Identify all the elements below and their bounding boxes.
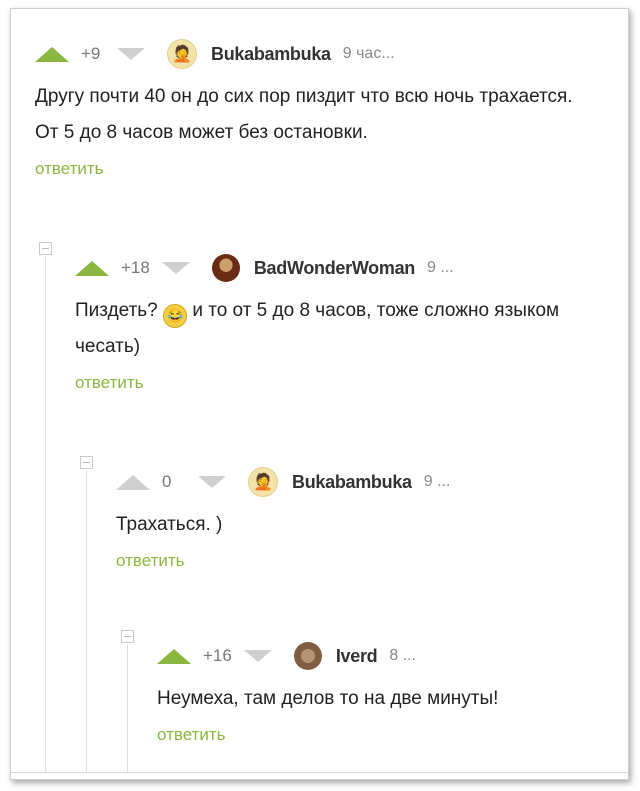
- comment-author[interactable]: Bukabambuka: [292, 472, 412, 493]
- downvote-icon[interactable]: [161, 262, 190, 274]
- reply-link[interactable]: ответить: [157, 725, 226, 745]
- comments-panel: +9 🤦 Bukabambuka 9 час... Другу почти 40…: [10, 8, 629, 780]
- comment-author[interactable]: BadWonderWoman: [254, 258, 415, 279]
- comment: +9 🤦 Bukabambuka 9 час... Другу почти 40…: [35, 39, 615, 179]
- comment-text: Другу почти 40 он до сих пор пиздит что …: [35, 86, 573, 143]
- comment-rating: +9: [81, 44, 101, 63]
- comment-header: 0 🤦 Bukabambuka 9 ...: [116, 467, 616, 497]
- collapse-toggle-2[interactable]: [80, 456, 93, 469]
- laughing-emoji-icon: 😂: [163, 304, 188, 328]
- comment: 0 🤦 Bukabambuka 9 ... Трахаться. ) ответ…: [116, 467, 616, 571]
- comment-text: Пиздеть? 😂 и то от 5 до 8 часов, тоже сл…: [75, 293, 605, 365]
- downvote-icon[interactable]: [198, 476, 226, 488]
- collapse-toggle-1[interactable]: [39, 242, 52, 255]
- portrait-avatar-icon[interactable]: [211, 254, 240, 282]
- comment: +18 BadWonderWoman 9 ... Пиздеть? 😂 и то…: [75, 253, 615, 393]
- comment-time: 8 ...: [389, 647, 417, 664]
- comment-header: +9 🤦 Bukabambuka 9 час...: [35, 39, 615, 69]
- reply-link[interactable]: ответить: [35, 159, 104, 179]
- cat-avatar-icon[interactable]: [293, 642, 322, 670]
- upvote-icon[interactable]: [157, 648, 191, 664]
- comment-time: 9 ...: [423, 473, 451, 490]
- facepalm-avatar-icon[interactable]: 🤦: [167, 39, 197, 69]
- comment-time: 9 ...: [426, 259, 454, 276]
- thread-line-2: [86, 471, 87, 779]
- facepalm-avatar-icon[interactable]: 🤦: [248, 467, 278, 497]
- downvote-icon[interactable]: [243, 650, 272, 662]
- downvote-icon[interactable]: [117, 48, 145, 60]
- collapse-toggle-3[interactable]: [121, 630, 134, 643]
- comment-text-part: Пиздеть?: [75, 300, 158, 321]
- comment-header: +16 Iverd 8 ...: [157, 641, 617, 671]
- comment-text: Неумеха, там делов то на две минуты!: [157, 688, 499, 709]
- thread-line-3: [127, 645, 128, 779]
- thread-line-1: [45, 257, 46, 779]
- panel-bottom-border: [11, 772, 628, 779]
- reply-link[interactable]: ответить: [116, 551, 185, 571]
- upvote-icon[interactable]: [35, 46, 69, 62]
- comment-rating: +16: [203, 646, 232, 665]
- comment-rating: +18: [121, 258, 150, 277]
- comment-time: 9 час...: [342, 45, 395, 62]
- upvote-icon[interactable]: [116, 474, 150, 490]
- comment-author[interactable]: Bukabambuka: [211, 44, 331, 65]
- upvote-icon[interactable]: [75, 260, 109, 276]
- comment-author[interactable]: Iverd: [336, 646, 378, 667]
- reply-link[interactable]: ответить: [75, 373, 144, 393]
- comment-text: Трахаться. ): [116, 514, 223, 535]
- comment-rating: 0: [162, 472, 172, 491]
- comment-header: +18 BadWonderWoman 9 ...: [75, 253, 615, 283]
- comment: +16 Iverd 8 ... Неумеха, там делов то на…: [157, 641, 617, 745]
